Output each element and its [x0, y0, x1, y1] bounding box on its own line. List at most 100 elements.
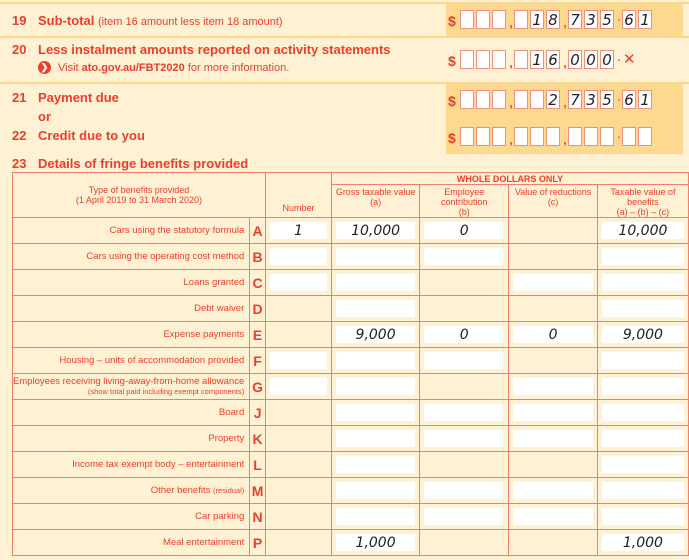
total-input[interactable]	[601, 274, 684, 291]
digit-box[interactable]: 1	[530, 50, 544, 69]
cell-number	[264, 321, 333, 348]
digit-box[interactable]: 5	[600, 90, 614, 109]
c-input[interactable]	[513, 404, 593, 421]
digit-box[interactable]: 0	[568, 50, 582, 69]
digit-box[interactable]	[492, 90, 506, 109]
digit-box[interactable]: 7	[568, 90, 582, 109]
cents-box[interactable]: 1	[638, 90, 652, 109]
cents-box[interactable]	[638, 127, 652, 146]
digit-box[interactable]	[514, 50, 528, 69]
b-input[interactable]	[424, 352, 505, 369]
item22-amount-field[interactable]: $,, ·	[448, 126, 654, 146]
digit-box[interactable]: 7	[568, 10, 582, 29]
digit-box[interactable]: 0	[600, 50, 614, 69]
total-input[interactable]	[601, 404, 684, 421]
cents-box[interactable]: 6	[622, 10, 636, 29]
total-input[interactable]	[601, 352, 684, 369]
no-cents-cross-icon: ✕	[623, 51, 636, 68]
benefit-type-label: Income tax exempt body – entertainment	[11, 451, 251, 478]
total-input[interactable]: 1,000	[601, 534, 684, 551]
a-input[interactable]	[336, 248, 416, 265]
digit-box[interactable]: 3	[584, 90, 598, 109]
a-input[interactable]	[336, 482, 416, 499]
b-input[interactable]	[424, 248, 505, 265]
cents-box[interactable]: 1	[638, 10, 652, 29]
cell-a	[331, 399, 421, 426]
a-input[interactable]	[336, 430, 416, 447]
digit-box[interactable]	[514, 127, 528, 146]
b-input[interactable]: 0	[424, 326, 505, 343]
number-input[interactable]	[269, 274, 328, 291]
cents-box[interactable]	[622, 127, 636, 146]
total-input[interactable]: 10,000	[601, 222, 684, 239]
total-input[interactable]	[601, 378, 684, 395]
digit-box[interactable]	[476, 50, 490, 69]
b-input[interactable]: 0	[424, 222, 505, 239]
c-input[interactable]	[513, 508, 593, 525]
total-input[interactable]	[601, 482, 684, 499]
number-input[interactable]: 1	[269, 222, 328, 239]
a-input[interactable]	[336, 508, 416, 525]
c-input[interactable]	[513, 378, 593, 395]
digit-box[interactable]: 3	[584, 10, 598, 29]
total-input[interactable]: 9,000	[601, 326, 684, 343]
digit-box[interactable]	[492, 10, 506, 29]
digit-box[interactable]	[530, 127, 544, 146]
item19-amount-field[interactable]: $, 1 8, 7 3 5 · 6 1	[448, 9, 654, 29]
a-input[interactable]	[336, 274, 416, 291]
digit-box[interactable]: 5	[600, 10, 614, 29]
number-input[interactable]	[269, 352, 328, 369]
ato-link[interactable]: ato.gov.au/FBT2020	[82, 62, 185, 74]
a-input[interactable]: 9,000	[336, 326, 416, 343]
c-input[interactable]: 0	[513, 326, 593, 343]
b-input[interactable]	[424, 404, 505, 421]
digit-box[interactable]: 6	[546, 50, 560, 69]
digit-box[interactable]	[460, 127, 474, 146]
number-input[interactable]	[269, 248, 328, 265]
digit-box[interactable]: 0	[584, 50, 598, 69]
digit-box[interactable]	[584, 127, 598, 146]
digit-box[interactable]: 8	[546, 10, 560, 29]
c-input[interactable]	[513, 430, 593, 447]
total-input[interactable]	[601, 456, 684, 473]
or-label: or	[38, 109, 51, 124]
digit-box[interactable]: 2	[546, 90, 560, 109]
a-input[interactable]	[336, 352, 416, 369]
digit-box[interactable]	[530, 90, 544, 109]
number-input[interactable]	[269, 378, 328, 395]
cents-box[interactable]: 6	[622, 90, 636, 109]
a-input[interactable]	[336, 404, 416, 421]
total-input[interactable]	[601, 248, 684, 265]
digit-box[interactable]	[514, 10, 528, 29]
digit-box[interactable]	[476, 90, 490, 109]
c-input[interactable]	[513, 274, 593, 291]
digit-box[interactable]	[546, 127, 560, 146]
digit-box[interactable]	[600, 127, 614, 146]
digit-box[interactable]	[476, 10, 490, 29]
item20-amount-field[interactable]: $, 1 6, 0 0 0 · ✕	[448, 49, 636, 69]
digit-box[interactable]: 1	[530, 10, 544, 29]
c-input[interactable]	[513, 482, 593, 499]
digit-box[interactable]	[568, 127, 582, 146]
b-input[interactable]	[424, 508, 505, 525]
digit-box[interactable]	[514, 90, 528, 109]
digit-box[interactable]	[460, 50, 474, 69]
digit-box[interactable]	[492, 127, 506, 146]
a-input[interactable]	[336, 456, 416, 473]
table-row-e: Expense payments E 9,000 0 0 9,000	[11, 321, 689, 348]
item-number: 20	[12, 42, 27, 57]
digit-box[interactable]	[460, 10, 474, 29]
total-input[interactable]	[601, 430, 684, 447]
a-input[interactable]	[336, 378, 416, 395]
a-input[interactable]	[336, 300, 416, 317]
digit-box[interactable]	[492, 50, 506, 69]
item21-amount-field[interactable]: $, 2, 7 3 5 · 6 1	[448, 89, 654, 109]
digit-box[interactable]	[476, 127, 490, 146]
a-input[interactable]: 1,000	[336, 534, 416, 551]
total-input[interactable]	[601, 300, 684, 317]
total-input[interactable]	[601, 508, 684, 525]
digit-box[interactable]	[460, 90, 474, 109]
b-input[interactable]	[424, 430, 505, 447]
b-input[interactable]	[424, 482, 505, 499]
a-input[interactable]: 10,000	[336, 222, 416, 239]
